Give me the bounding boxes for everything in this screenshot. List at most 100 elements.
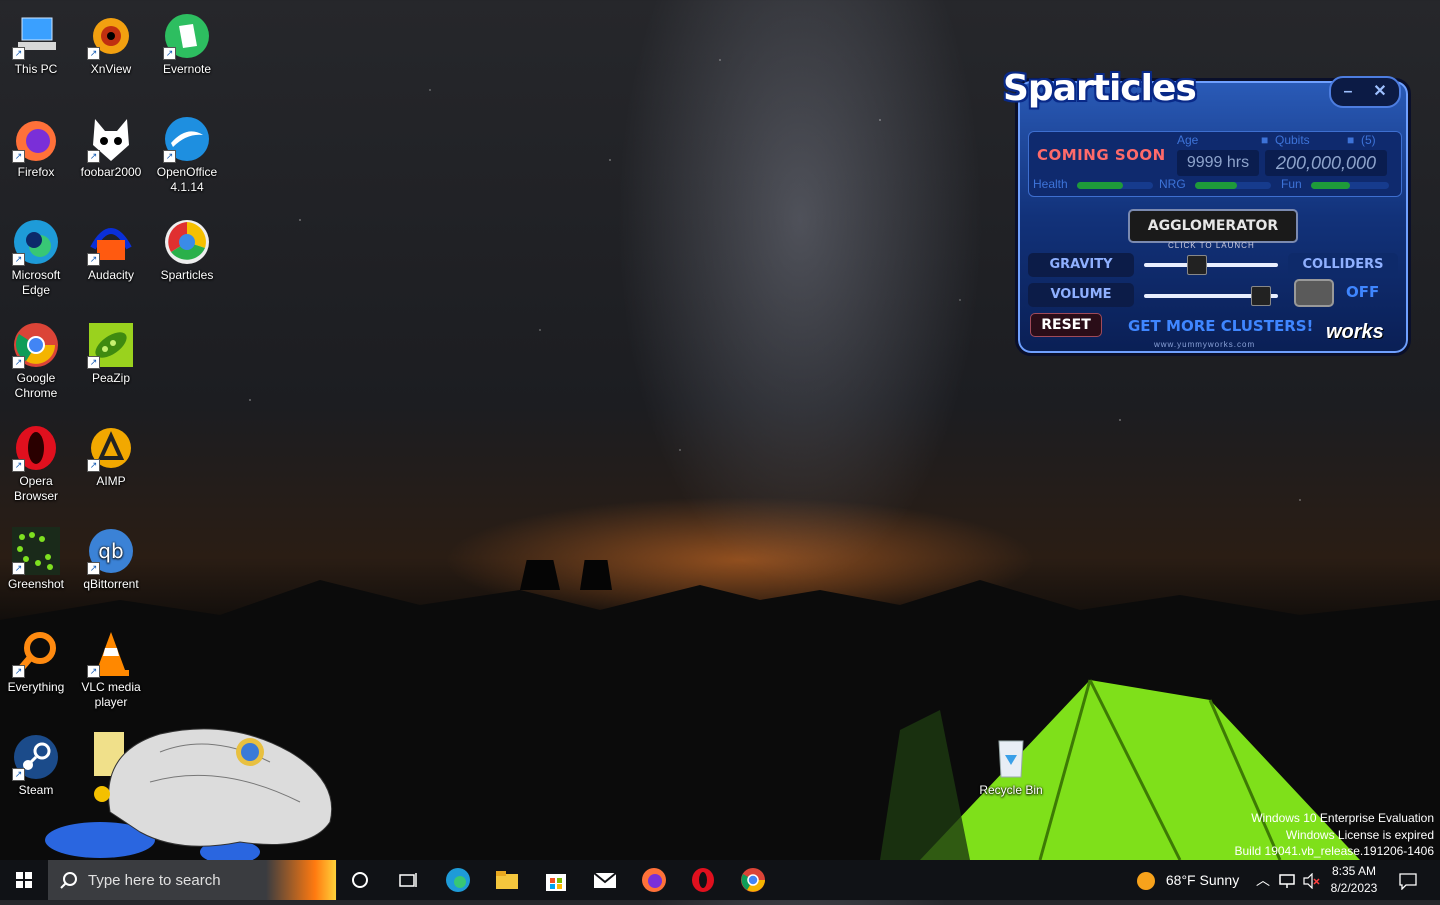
shortcut-arrow-icon: ↗ [87,562,100,575]
store-icon [546,874,566,891]
windows-watermark: Windows 10 Enterprise Evaluation Windows… [1235,810,1435,860]
shortcut-arrow-icon: ↗ [12,47,25,60]
icon-label: Opera Browser [13,474,58,503]
windows-logo-icon [16,872,32,888]
taskbar-store[interactable] [536,864,576,896]
desktop-icon-qbittorrent[interactable]: qb ↗ qBittorrent [75,521,147,592]
search-box[interactable]: Type here to search [48,860,337,900]
taskbar-opera[interactable] [683,864,723,896]
desktop-icon-sparticles[interactable]: Sparticles [151,212,223,283]
desktop-icon-foobar2000[interactable]: ↗ foobar2000 [75,109,147,180]
volume-button[interactable] [1302,860,1320,900]
sparticles-title: Sparticles [1003,68,1197,109]
window-controls: – ✕ [1329,76,1401,108]
desktop-icon-evernote[interactable]: ↗ Evernote [151,6,223,77]
health-meter [1077,182,1153,189]
search-placeholder: Type here to search [88,872,221,889]
mail-icon [593,872,617,888]
license-text: Windows License is expired [1285,827,1434,842]
taskbar-file-explorer[interactable] [487,864,527,896]
desktop-icon-aimp[interactable]: ↗ AIMP [75,418,147,489]
taskbar-firefox[interactable] [634,864,674,896]
edge-icon: ↗ [12,218,60,266]
shortcut-arrow-icon: ↗ [87,150,100,163]
desktop-icon-this-pc[interactable]: ↗ This PC [0,6,72,77]
cortana-icon [352,872,368,888]
evernote-icon: ↗ [163,12,211,60]
vlc-cone-icon: ↗ [87,630,135,678]
gravity-slider-thumb[interactable] [1186,255,1207,275]
start-button[interactable] [0,860,48,900]
shortcut-arrow-icon: ↗ [12,356,25,369]
shortcut-arrow-icon: ↗ [12,665,25,678]
clock[interactable]: 8:35 AM 8/2/2023 [1322,863,1386,897]
fun-meter [1311,182,1389,189]
desktop-icon-peazip[interactable]: ↗ PeaZip [75,315,147,386]
volume-slider[interactable] [1144,286,1278,306]
desktop-icon-recycle-bin[interactable]: Recycle Bin [975,727,1047,798]
desktop-icon-audacity[interactable]: ↗ Audacity [75,212,147,283]
desktop-icon-xnview[interactable]: ↗ XnView [75,6,147,77]
reset-button[interactable]: RESET [1030,313,1102,337]
folder-icon [496,871,518,889]
website-url[interactable]: www.yummyworks.com [1154,340,1255,349]
chrome-icon: ↗ [12,321,60,369]
minimize-icon[interactable]: – [1337,81,1359,103]
desktop-icon-edge[interactable]: ↗ Microsoft Edge [0,212,72,298]
nrg-meter [1195,182,1271,189]
icon-label: PeaZip [91,371,131,385]
weather-widget[interactable]: 68°F Sunny [1136,860,1239,900]
cortana-button[interactable] [340,864,380,896]
desktop-icon-vlc[interactable]: ↗ VLC media player [75,624,147,710]
agglomerator-button[interactable]: AGGLOMERATOR [1128,209,1298,243]
taskbar-edge[interactable] [438,864,478,896]
desktop-icon-openoffice[interactable]: ↗ OpenOffice 4.1.14 [151,109,223,195]
sparticles-creature[interactable] [40,722,340,872]
icon-label: foobar2000 [80,165,142,179]
chrome-icon [741,868,765,892]
shortcut-arrow-icon: ↗ [12,459,25,472]
gravity-label: GRAVITY [1028,253,1134,277]
shortcut-arrow-icon: ↗ [12,150,25,163]
task-view-button[interactable] [388,864,428,896]
network-button[interactable] [1278,860,1296,900]
recycle-bin-icon [987,733,1035,781]
colliders-label: COLLIDERS [1288,253,1398,277]
icon-label: This PC [14,62,58,76]
taskbar-chrome[interactable] [733,864,773,896]
qubits-label: Qubits [1275,133,1310,147]
colliders-toggle[interactable] [1294,279,1334,307]
desktop-icon-opera[interactable]: ↗ Opera Browser [0,418,72,504]
sparticles-widget: COMING SOON Age ■ Qubits ■ (5) 9999 hrs … [1003,66,1411,356]
close-icon[interactable]: ✕ [1369,81,1391,103]
qubits-value: 200,000,000 [1265,150,1387,176]
icon-label: Sparticles [160,268,214,282]
sun-icon [1137,872,1155,891]
gravity-slider[interactable] [1144,255,1278,275]
action-center-button[interactable] [1398,860,1418,900]
desktop-icon-everything[interactable]: ↗ Everything [0,624,72,695]
aimp-icon: ↗ [87,424,135,472]
cluster-count: (5) [1361,133,1376,147]
qubit-icon: ■ [1261,133,1269,147]
weather-text: 68°F Sunny [1165,872,1240,888]
nrg-label: NRG [1159,177,1186,191]
shortcut-arrow-icon: ↗ [87,665,100,678]
notification-icon [1399,873,1417,891]
desktop-icon-greenshot[interactable]: ↗ Greenshot [0,521,72,592]
firefox-icon [642,868,666,892]
opera-icon: ↗ [12,424,60,472]
openoffice-icon: ↗ [163,115,211,163]
desktop-icon-firefox[interactable]: ↗ Firefox [0,109,72,180]
edge-icon [446,868,470,892]
age-value: 9999 hrs [1177,150,1259,176]
network-icon [1279,874,1295,889]
coming-soon-label: COMING SOON [1037,146,1166,164]
desktop-icon-chrome[interactable]: ↗ Google Chrome [0,315,72,401]
icon-label: Recycle Bin [979,783,1043,797]
taskbar-mail[interactable] [585,864,625,896]
show-hidden-icons-button[interactable]: ︿ [1256,860,1270,900]
icon-label: AIMP [96,474,126,488]
get-more-clusters-link[interactable]: GET MORE CLUSTERS! [1128,317,1313,335]
volume-slider-thumb[interactable] [1250,286,1271,306]
